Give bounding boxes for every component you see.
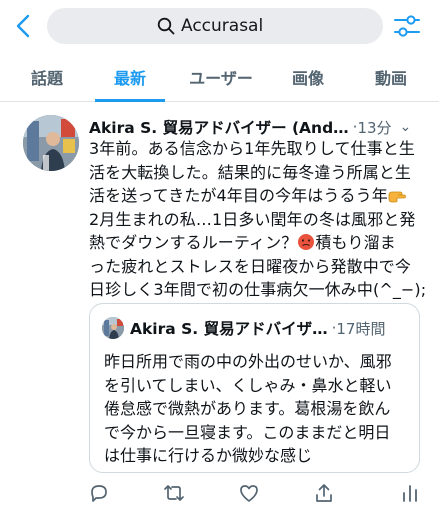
tweet-line: 日珍しく3年間で初の仕事病欠一休み中(^_−);	[89, 280, 427, 299]
tweet-line: 熱でダウンするルーティン？ 積もり溜ま	[89, 231, 429, 255]
retweet-icon	[164, 485, 184, 501]
reply-icon	[91, 485, 107, 502]
tweet[interactable]: Akira S. 貿易アドバイザー (And… · 13分 ⌄ 3年前。ある信念…	[0, 103, 439, 512]
avatar[interactable]	[23, 115, 79, 171]
more-options-button[interactable]: ⌄	[400, 119, 412, 135]
chevron-left-icon	[16, 14, 30, 38]
tweet-line: 3年前。ある信念から1年先取りして仕事と生	[89, 139, 415, 158]
tweet-actions	[0, 476, 439, 510]
avatar-photo	[23, 115, 79, 171]
sliders-icon	[394, 15, 420, 37]
share-icon	[316, 484, 332, 502]
tab-videos[interactable]: 動画	[356, 52, 426, 102]
search-icon	[157, 17, 175, 35]
tweet-line: った疲れとストレスを日曜夜から発散中で今	[89, 256, 412, 276]
share-button[interactable]	[311, 480, 337, 506]
quote-line: は仕事に行けるか微妙な感じ	[104, 446, 313, 465]
tweet-line-text: 熱でダウンするルーティン？	[89, 233, 298, 252]
quoted-avatar	[102, 317, 124, 339]
pointing-hand-emoji-icon	[388, 191, 406, 203]
tweet-text: 3年前。ある信念から1年先取りして仕事と生 活を大転換した。結果的に毎冬違う所属…	[89, 137, 429, 302]
quoted-tweet-time: 17時間	[336, 319, 386, 338]
quote-line: を引いてしまい、くしゃみ・鼻水と軽い	[104, 375, 392, 395]
back-button[interactable]	[10, 12, 36, 40]
search-input[interactable]	[181, 16, 273, 36]
tweet-line: 活を送ってきたが4年目の今年はうるう年	[89, 184, 429, 208]
tweet-line-text: 活を送ってきたが4年目の今年はうるう年	[89, 186, 388, 205]
analytics-button[interactable]	[397, 480, 423, 506]
tab-latest[interactable]: 最新	[95, 52, 165, 102]
tweet-line-text: 積もり溜ま	[315, 233, 396, 252]
tab-users[interactable]: ユーザー	[176, 52, 266, 102]
analytics-icon	[403, 485, 417, 502]
search-bar[interactable]	[47, 8, 383, 44]
top-bar	[0, 0, 439, 52]
filter-button[interactable]	[392, 11, 422, 41]
quoted-tweet-text: 昨日所用で雨の中の外出のせいか、風邪 を引いてしまい、くしゃみ・鼻水と軽い 倦怠…	[104, 350, 414, 468]
quote-line: で今から一旦寝ます。このままだと明日	[104, 422, 391, 442]
like-icon	[240, 485, 258, 502]
tab-top[interactable]: 話題	[12, 52, 82, 102]
sick-face-emoji-icon	[298, 234, 315, 250]
like-button[interactable]	[236, 480, 262, 506]
reply-button[interactable]	[86, 480, 112, 506]
retweet-button[interactable]	[161, 480, 187, 506]
tweet-time[interactable]: 13分	[357, 117, 391, 138]
tab-images[interactable]: 画像	[273, 52, 343, 102]
author-name[interactable]: Akira S. 貿易アドバイザー (And…	[89, 116, 349, 138]
search-tabs: 話題 最新 ユーザー 画像 動画	[0, 52, 439, 102]
quote-line: 倦怠感で微熱があります。葛根湯を飲ん	[104, 399, 391, 418]
quoted-tweet[interactable]: Akira S. 貿易アドバイザ… · 17時間 昨日所用で雨の中の外出のせいか…	[89, 303, 420, 473]
tweet-header: Akira S. 貿易アドバイザー (And… · 13分 ⌄	[89, 115, 435, 139]
tweet-line: 2月生まれの私…1日多い閏年の冬は風邪と発	[89, 209, 416, 229]
quote-line: 昨日所用で雨の中の外出のせいか、風邪	[104, 352, 392, 371]
quoted-tweet-header: Akira S. 貿易アドバイザ… · 17時間	[102, 316, 412, 340]
quoted-author-name: Akira S. 貿易アドバイザ…	[130, 320, 328, 338]
active-tab-indicator	[95, 99, 165, 102]
tweet-line: 活を大転換した。結果的に毎冬違う所属と生	[89, 162, 412, 182]
